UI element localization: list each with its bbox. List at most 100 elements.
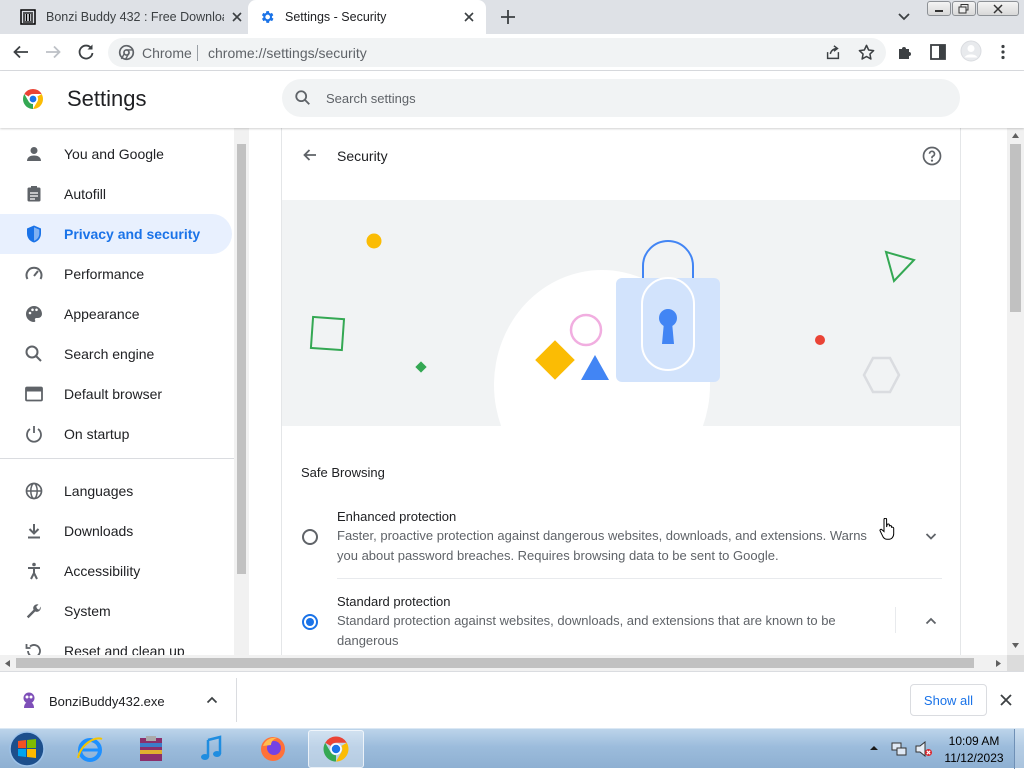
tab-search-chevron-icon[interactable] [895, 9, 913, 25]
url-text[interactable]: chrome://settings/security [208, 45, 367, 61]
section-title: Security [337, 148, 388, 164]
sidebar-item-you-and-google[interactable]: You and Google [0, 134, 232, 174]
standard-protection-radio[interactable] [301, 613, 319, 631]
sidebar-item-performance[interactable]: Performance [0, 254, 232, 294]
sidebar-scrollbar-thumb[interactable] [237, 144, 246, 574]
option-divider [337, 578, 942, 579]
page-vertical-scrollbar[interactable] [1007, 128, 1024, 655]
enhanced-protection-description: Faster, proactive protection against dan… [337, 528, 867, 563]
tab-strip: Bonzi Buddy 432 : Free Downloa Settings … [0, 0, 1024, 34]
sidebar-divider [0, 458, 234, 459]
chip-divider [197, 45, 198, 61]
new-tab-button[interactable] [498, 7, 518, 27]
security-illustration [282, 200, 960, 426]
browser-window-icon [24, 384, 44, 404]
chrome-icon [321, 734, 351, 764]
gear-favicon-icon [259, 9, 275, 25]
windows-taskbar: 10:09 AM 11/12/2023 [0, 728, 1024, 769]
red-dot-icon [815, 335, 825, 345]
sidebar-item-default-browser[interactable]: Default browser [0, 374, 232, 414]
sidebar-item-appearance[interactable]: Appearance [0, 294, 232, 334]
bookmark-star-icon[interactable] [857, 43, 876, 62]
back-arrow-icon[interactable] [300, 145, 320, 165]
accessibility-icon [24, 561, 44, 581]
shield-icon [24, 224, 44, 244]
address-bar[interactable]: Chrome chrome://settings/security [108, 38, 886, 67]
show-all-button[interactable]: Show all [910, 684, 987, 716]
clock-time[interactable]: 10:09 AM [944, 734, 1004, 748]
start-button[interactable] [6, 730, 48, 768]
tray-overflow-chevron-icon[interactable] [869, 743, 879, 753]
volume-muted-icon[interactable] [915, 741, 933, 757]
share-icon[interactable] [824, 44, 842, 62]
minimize-button[interactable] [927, 1, 951, 16]
itunes-icon [197, 734, 227, 764]
clock-date[interactable]: 11/12/2023 [944, 751, 1004, 765]
download-menu-chevron-icon[interactable] [204, 692, 220, 708]
enhanced-protection-title: Enhanced protection [337, 509, 457, 524]
side-panel-icon[interactable] [928, 42, 948, 62]
hand-cursor-icon [879, 518, 895, 540]
sidebar-item-system[interactable]: System [0, 591, 232, 631]
collapse-chevron-up-icon[interactable] [922, 612, 940, 630]
taskbar-winrar[interactable] [123, 730, 179, 768]
back-button[interactable] [11, 42, 31, 62]
extensions-puzzle-icon[interactable] [896, 42, 916, 62]
standard-protection-title: Standard protection [337, 594, 451, 609]
sidebar-item-privacy-and-security[interactable]: Privacy and security [0, 214, 232, 254]
download-icon [24, 521, 44, 541]
reload-button[interactable] [76, 42, 96, 62]
taskbar-firefox[interactable] [245, 730, 301, 768]
sidebar-item-reset-and-clean-up[interactable]: Reset and clean up [0, 631, 232, 655]
firefox-icon [258, 734, 288, 764]
chrome-site-icon[interactable] [118, 44, 135, 61]
tab-settings-security[interactable]: Settings - Security [248, 0, 486, 34]
page-title: Settings [67, 86, 147, 111]
taskbar-itunes[interactable] [184, 730, 240, 768]
internet-explorer-icon [75, 734, 105, 764]
sidebar-item-search-engine[interactable]: Search engine [0, 334, 232, 374]
page-scrollbar-thumb[interactable] [1010, 144, 1021, 312]
sidebar-item-on-startup[interactable]: On startup [0, 414, 232, 454]
close-tab-icon[interactable] [460, 8, 478, 26]
sidebar-item-languages[interactable]: Languages [0, 471, 232, 511]
enhanced-protection-radio[interactable] [301, 528, 319, 546]
profile-avatar[interactable] [960, 40, 982, 62]
expand-chevron-down-icon[interactable] [922, 527, 940, 545]
download-separator [236, 678, 237, 722]
settings-header: Settings Search settings [0, 71, 1024, 128]
palette-icon [24, 304, 44, 324]
yellow-dot-icon [366, 233, 382, 249]
clipboard-icon [24, 184, 44, 204]
close-window-button[interactable] [977, 1, 1019, 16]
taskbar-chrome[interactable] [308, 730, 364, 768]
option-separator [895, 607, 896, 633]
help-icon[interactable] [921, 145, 943, 167]
show-desktop-button[interactable] [1014, 729, 1024, 769]
download-file-name[interactable]: BonziBuddy432.exe [49, 694, 165, 709]
download-bar: BonziBuddy432.exe Show all [0, 671, 1024, 728]
settings-sidebar: You and Google Autofill Privacy and secu… [0, 128, 234, 655]
close-download-bar-icon[interactable] [997, 691, 1015, 709]
chrome-logo-icon [21, 87, 45, 111]
restore-button[interactable] [952, 1, 976, 16]
horizontal-scrollbar-thumb[interactable] [16, 658, 974, 668]
sidebar-scrollbar[interactable] [234, 128, 249, 655]
sidebar-item-autofill[interactable]: Autofill [0, 174, 232, 214]
page-horizontal-scrollbar[interactable] [0, 655, 1007, 671]
speedometer-icon [24, 264, 44, 284]
close-tab-icon[interactable] [228, 8, 246, 26]
tab-title: Settings - Security [285, 10, 387, 24]
search-settings-input[interactable]: Search settings [282, 79, 960, 117]
tab-bonzi-buddy[interactable]: Bonzi Buddy 432 : Free Downloa [10, 0, 248, 34]
kebab-menu-icon[interactable] [993, 42, 1013, 62]
sidebar-item-accessibility[interactable]: Accessibility [0, 551, 232, 591]
scrollbar-corner [1007, 655, 1024, 671]
network-icon[interactable] [891, 741, 907, 757]
browser-toolbar: Chrome chrome://settings/security [0, 34, 1024, 71]
forward-button[interactable] [43, 42, 63, 62]
tab-title: Bonzi Buddy 432 : Free Downloa [46, 10, 224, 24]
sidebar-item-downloads[interactable]: Downloads [0, 511, 232, 551]
taskbar-internet-explorer[interactable] [62, 730, 118, 768]
power-icon [24, 424, 44, 444]
